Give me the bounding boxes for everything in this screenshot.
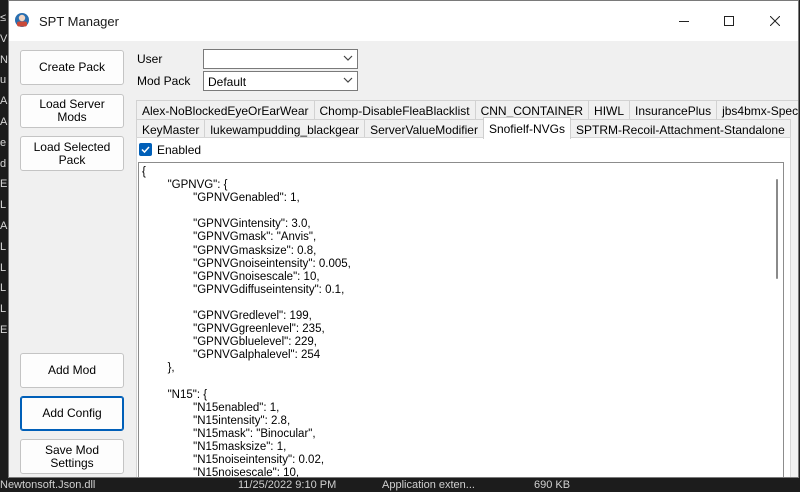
load-selected-pack-button[interactable]: Load Selected Pack xyxy=(20,136,124,171)
tab-keymaster[interactable]: KeyMaster xyxy=(136,119,206,138)
config-editor[interactable]: { "GPNVG": { "GPNVGenabled": 1, "GPNVGin… xyxy=(138,162,784,477)
enabled-label: Enabled xyxy=(157,143,202,157)
bg-explorer-letter: e xyxy=(0,136,7,149)
window-title: SPT Manager xyxy=(39,14,119,29)
bg-explorer-letter: L xyxy=(0,303,7,316)
checkmark-icon xyxy=(141,146,150,154)
mod-pack-dropdown-value: Default xyxy=(208,75,247,89)
tab-alex-noblockedeyeorearwear[interactable]: Alex-NoBlockedEyeOrEarWear xyxy=(136,100,315,119)
chevron-down-icon xyxy=(343,77,353,83)
bg-explorer-letter: E xyxy=(0,178,8,191)
bg-explorer-letter: L xyxy=(0,261,7,274)
bg-explorer-letter: L xyxy=(0,240,7,253)
bg-file-date: 11/25/2022 9:10 PM xyxy=(238,479,337,491)
close-icon xyxy=(770,16,780,26)
user-dropdown[interactable] xyxy=(203,49,358,69)
mod-pack-dropdown[interactable]: Default xyxy=(203,71,358,91)
bg-explorer-letter: A xyxy=(0,220,8,232)
bg-file-type: Application exten... xyxy=(382,479,475,491)
save-mod-settings-button[interactable]: Save Mod Settings xyxy=(20,439,124,474)
bg-explorer-letter: u xyxy=(0,74,7,87)
load-server-mods-button[interactable]: Load Server Mods xyxy=(20,94,124,128)
bg-explorer-letter: ≤ xyxy=(0,12,7,24)
tab-snofielf-nvgs[interactable]: Snofielf-NVGs xyxy=(482,117,571,139)
chevron-down-icon xyxy=(343,55,353,61)
enabled-checkbox[interactable] xyxy=(139,143,152,156)
bg-explorer-letter: L xyxy=(0,282,7,295)
background-explorer-strip: ≤ V Nu A Ae d E L A L L L L E xyxy=(0,0,8,492)
bg-explorer-letter: E xyxy=(0,324,8,336)
add-mod-button[interactable]: Add Mod xyxy=(20,353,124,388)
config-editor-text[interactable]: { "GPNVG": { "GPNVGenabled": 1, "GPNVGin… xyxy=(142,166,351,477)
bg-explorer-letter: N xyxy=(0,53,8,66)
mod-pack-label: Mod Pack xyxy=(137,74,191,88)
bg-explorer-letter: L xyxy=(0,199,7,212)
minimize-button[interactable] xyxy=(661,1,707,41)
close-button[interactable] xyxy=(752,1,798,41)
tab-jbs4bmx-specslots[interactable]: jbs4bmx-SpecSlots xyxy=(716,100,798,119)
bg-file-name: Newtonsoft.Json.dll xyxy=(0,479,96,491)
user-label: User xyxy=(137,52,163,66)
tab-hiwl[interactable]: HIWL xyxy=(588,100,631,119)
bg-file-size: 690 KB xyxy=(534,479,571,491)
app-icon xyxy=(15,13,29,27)
background-explorer-row: Newtonsoft.Json.dll 11/25/2022 9:10 PM A… xyxy=(0,478,800,492)
create-pack-button[interactable]: Create Pack xyxy=(20,50,124,85)
tab-sptrm-recoil-attachment-standalone[interactable]: SPTRM-Recoil-Attachment-Standalone xyxy=(569,119,791,138)
tab-insuranceplus[interactable]: InsurancePlus xyxy=(629,100,718,119)
bg-explorer-letter: V xyxy=(0,32,8,45)
maximize-button[interactable] xyxy=(706,1,752,41)
add-config-button[interactable]: Add Config xyxy=(20,396,124,431)
bg-explorer-letter: d xyxy=(0,157,7,170)
tab-chomp-disablefleablacklist[interactable]: Chomp-DisableFleaBlacklist xyxy=(313,100,476,119)
editor-scrollbar-thumb[interactable] xyxy=(776,179,778,279)
spt-manager-window: SPT Manager Create Pack Load Server Mods… xyxy=(8,0,799,478)
mod-tabs-row-2: KeyMaster lukewampudding_blackgear Serve… xyxy=(136,117,791,139)
mod-tabs-row-1: Alex-NoBlockedEyeOrEarWear Chomp-Disable… xyxy=(136,100,798,119)
maximize-icon xyxy=(724,16,734,26)
title-bar[interactable]: SPT Manager xyxy=(9,1,798,41)
tab-content-panel: Enabled { "GPNVG": { "GPNVGenabled": 1, … xyxy=(136,137,791,477)
tab-servervaluemodifier[interactable]: ServerValueModifier xyxy=(364,119,484,138)
bg-explorer-letter: A xyxy=(0,95,8,108)
minimize-icon xyxy=(679,21,689,22)
bg-explorer-letter: A xyxy=(0,116,8,128)
tab-lukewampudding-blackgear[interactable]: lukewampudding_blackgear xyxy=(204,119,366,138)
